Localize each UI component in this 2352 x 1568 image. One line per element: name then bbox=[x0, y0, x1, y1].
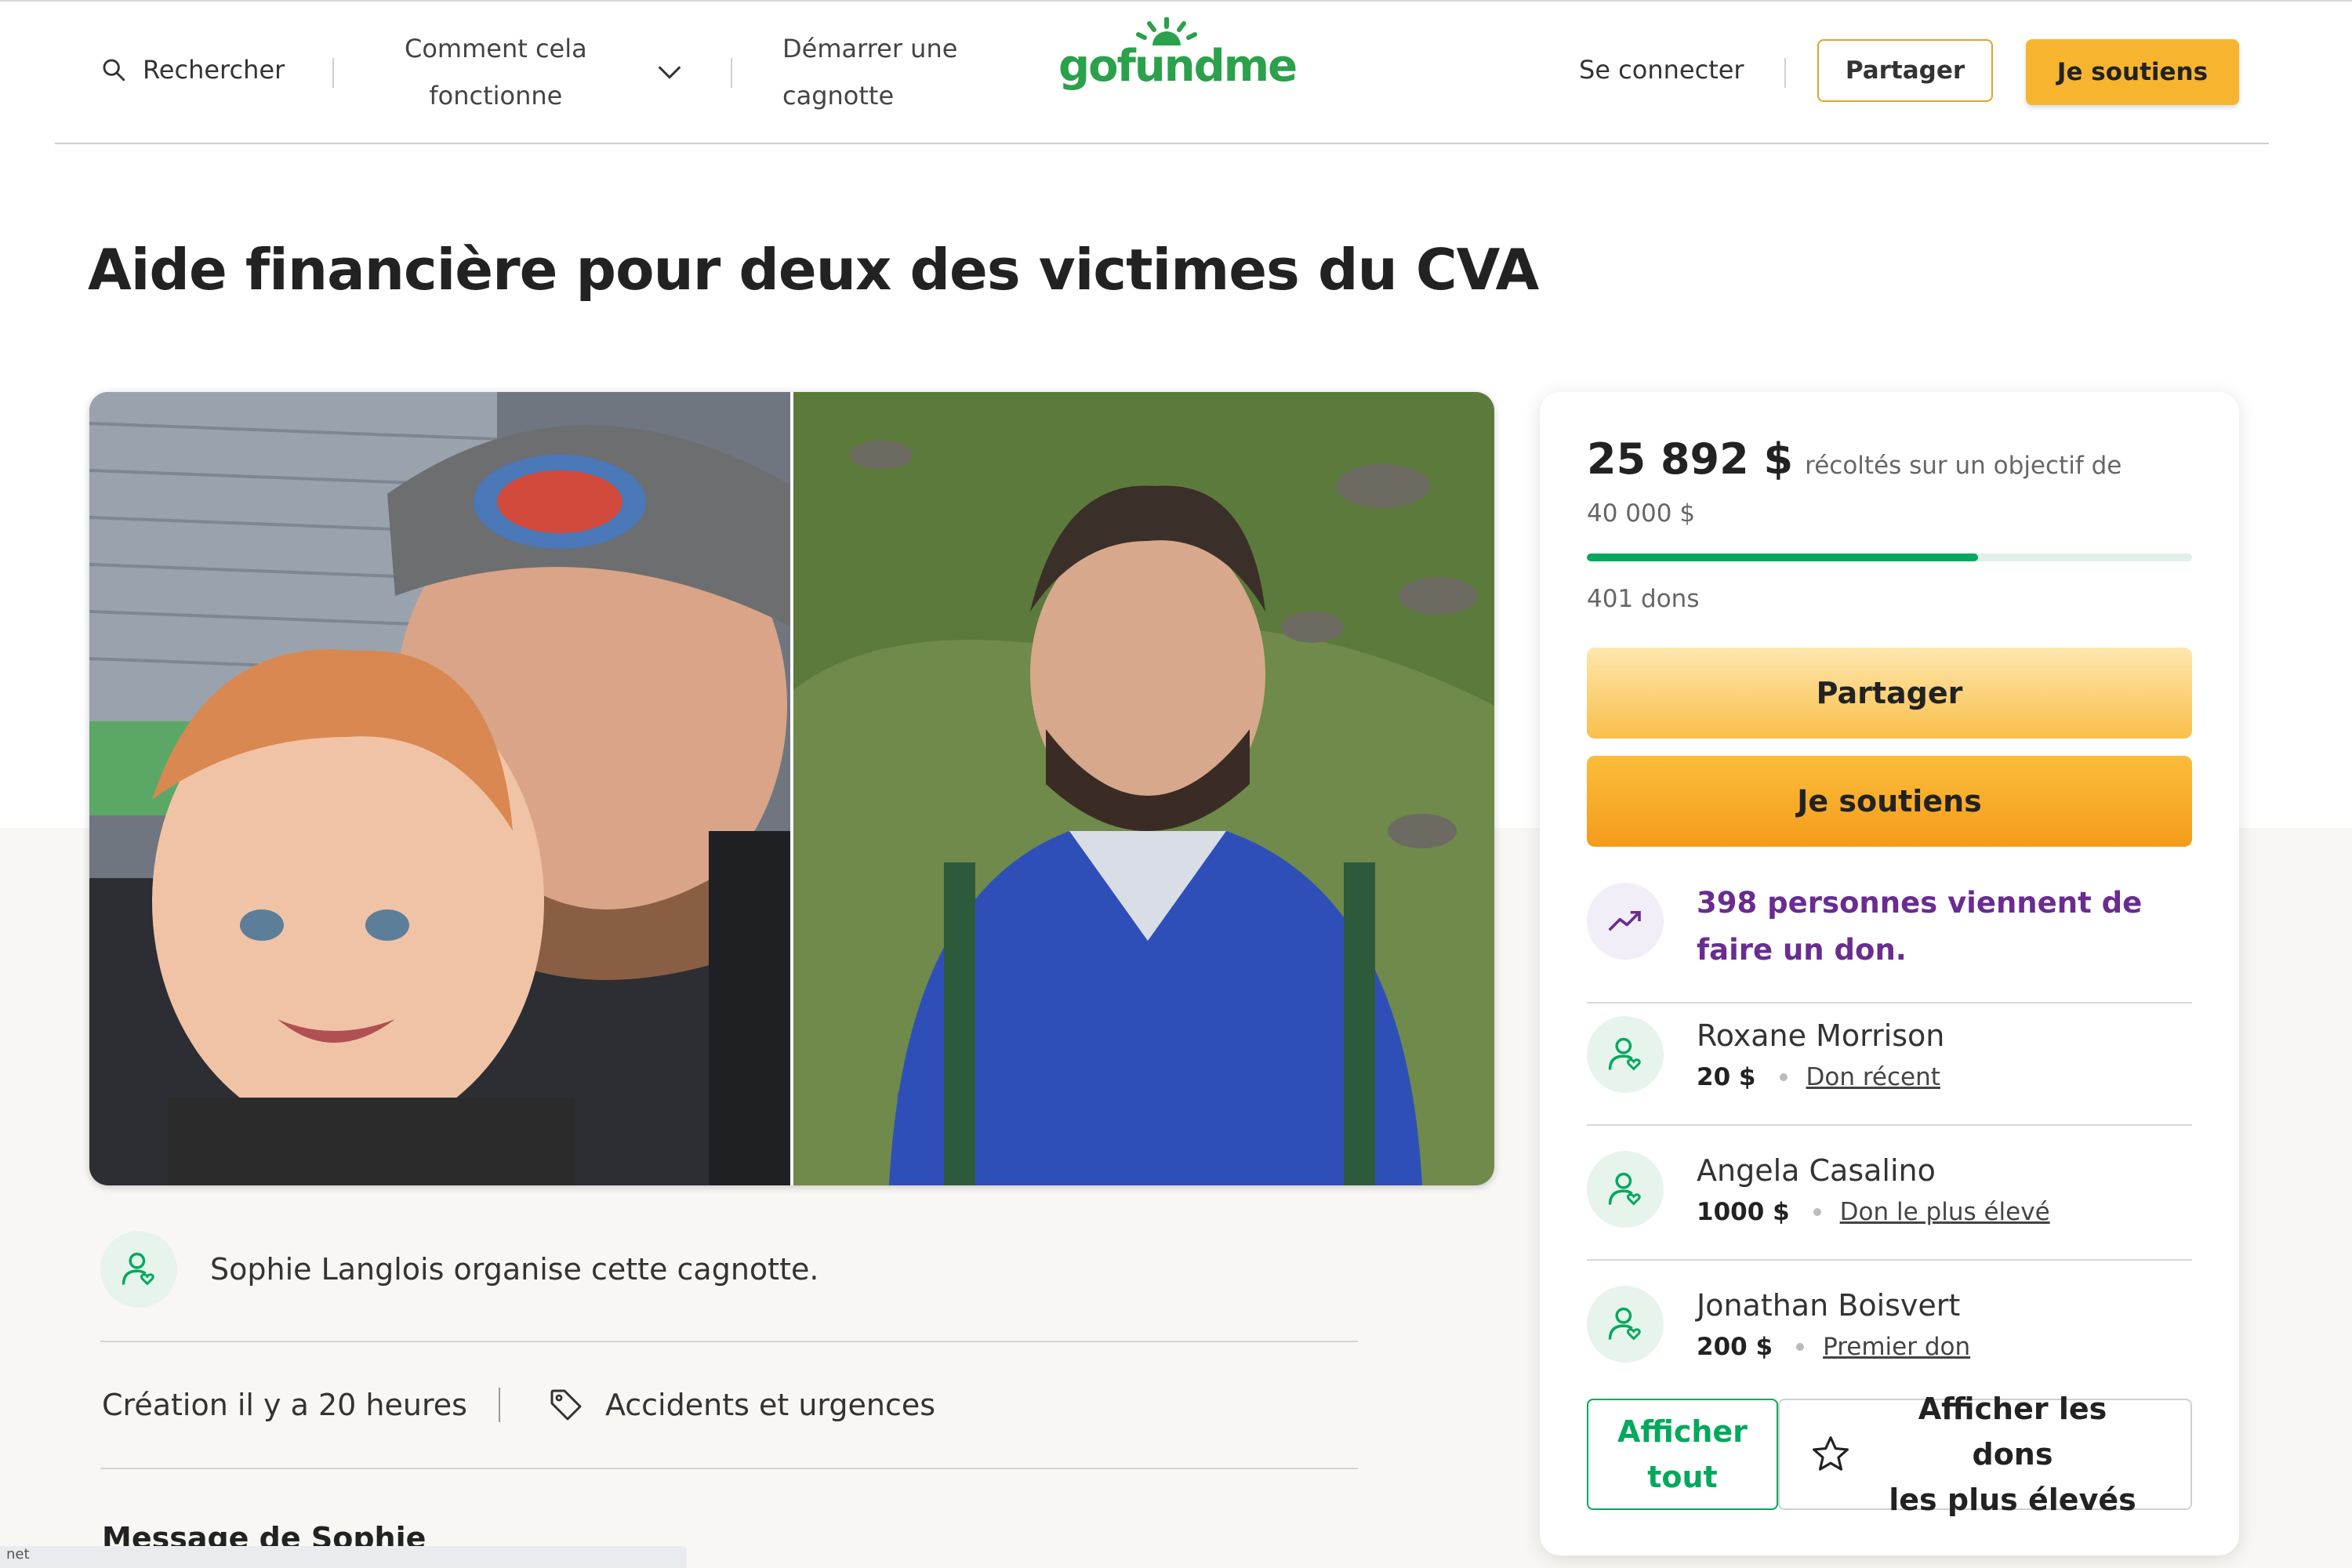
chevron-down-icon[interactable] bbox=[654, 56, 685, 88]
bullet-dot bbox=[1813, 1208, 1821, 1216]
donor-tag-link[interactable]: Don récent bbox=[1806, 1063, 1940, 1091]
trend-badge bbox=[1587, 883, 1664, 960]
donor-row: Angela Casalino 1000 $ Don le plus élevé bbox=[1587, 1151, 2050, 1228]
campaign-meta: Création il y a 20 heures Accidents et u… bbox=[102, 1386, 935, 1424]
search-label: Rechercher bbox=[143, 55, 285, 85]
donation-panel: 25 892 $ récoltés sur un objectif de 40 … bbox=[1540, 392, 2239, 1555]
progress-bar bbox=[1587, 554, 2192, 561]
donor-tag-link[interactable]: Premier don bbox=[1823, 1333, 1970, 1361]
progress-fill bbox=[1587, 554, 1979, 561]
how-it-works-menu[interactable]: Comment cela fonctionne bbox=[405, 25, 587, 119]
person-heart-icon bbox=[1608, 1172, 1641, 1206]
raised-summary: 25 892 $ récoltés sur un objectif de 40 … bbox=[1587, 437, 2198, 539]
donor-name: Roxane Morrison bbox=[1697, 1018, 1945, 1053]
see-top-donations-button[interactable]: Afficher les dons les plus élevés bbox=[1778, 1392, 2192, 1517]
header-donate-button[interactable]: Je soutiens bbox=[2026, 39, 2239, 105]
goal-amount: 40 000 $ bbox=[1587, 499, 1696, 528]
see-top-line1: Afficher les dons bbox=[1918, 1392, 2107, 1472]
page-title: Aide financière pour deux des victimes d… bbox=[88, 237, 1539, 303]
panel-divider bbox=[1587, 1259, 2192, 1261]
campaign-photo[interactable] bbox=[89, 392, 1494, 1185]
bullet-dot bbox=[1779, 1073, 1788, 1081]
donor-amount: 200 $ bbox=[1697, 1333, 1773, 1361]
category-link[interactable]: Accidents et urgences bbox=[547, 1386, 935, 1424]
search-icon bbox=[103, 59, 125, 82]
amount-raised: 25 892 $ bbox=[1587, 434, 1794, 484]
donations-count: 401 dons bbox=[1587, 585, 1700, 613]
category-label: Accidents et urgences bbox=[604, 1388, 936, 1422]
signin-link[interactable]: Se connecter bbox=[1579, 55, 1744, 85]
start-fundraiser-line2: cagnotte bbox=[782, 81, 895, 111]
header-share-button[interactable]: Partager bbox=[1817, 39, 1993, 102]
section-divider bbox=[100, 1468, 1358, 1469]
panel-divider bbox=[1587, 1002, 2192, 1004]
star-icon bbox=[1813, 1436, 1849, 1471]
how-it-works-line2: fonctionne bbox=[429, 81, 563, 111]
see-all-line2: tout bbox=[1647, 1460, 1718, 1494]
gofundme-logo[interactable]: gofundme bbox=[1058, 17, 1298, 96]
donor-avatar bbox=[1587, 1016, 1664, 1093]
person-heart-icon bbox=[122, 1252, 154, 1286]
how-it-works-line1: Comment cela bbox=[405, 34, 587, 64]
panel-divider bbox=[1587, 1124, 2192, 1126]
see-all-button[interactable]: Afficher tout bbox=[1587, 1399, 1778, 1510]
campaign-photo-illustration bbox=[89, 392, 1494, 1185]
donor-name: Angela Casalino bbox=[1697, 1153, 1936, 1188]
nav-separator bbox=[1784, 58, 1786, 88]
header-divider bbox=[55, 143, 2269, 144]
donor-avatar bbox=[1587, 1151, 1664, 1228]
donor-row: Jonathan Boisvert 200 $ Premier don bbox=[1587, 1286, 1970, 1363]
organizer-avatar bbox=[100, 1231, 177, 1308]
trending-up-icon bbox=[1608, 910, 1641, 931]
goal-text: récoltés sur un objectif de bbox=[1805, 452, 2122, 480]
tag-icon bbox=[550, 1389, 582, 1421]
donor-name: Jonathan Boisvert bbox=[1697, 1288, 1961, 1323]
created-text: Création il y a 20 heures bbox=[102, 1388, 467, 1422]
share-button[interactable]: Partager bbox=[1587, 648, 2192, 739]
browser-status-bar: net bbox=[0, 1546, 687, 1568]
donor-amount: 20 $ bbox=[1697, 1063, 1756, 1091]
logo-text: gofundme bbox=[1058, 41, 1298, 92]
section-divider bbox=[100, 1341, 1358, 1342]
see-all-line1: Afficher bbox=[1617, 1414, 1748, 1449]
donor-avatar bbox=[1587, 1286, 1664, 1363]
see-top-line2: les plus élevés bbox=[1889, 1483, 2136, 1517]
donor-row: Roxane Morrison 20 $ Don récent bbox=[1587, 1016, 1944, 1093]
donate-button[interactable]: Je soutiens bbox=[1587, 756, 2192, 847]
nav-separator bbox=[332, 58, 334, 88]
donor-amount: 1000 $ bbox=[1697, 1198, 1790, 1226]
nav-separator bbox=[731, 58, 732, 88]
site-header: Rechercher Comment cela fonctionne Démar… bbox=[0, 0, 2352, 144]
bullet-dot bbox=[1796, 1343, 1805, 1351]
search-link[interactable]: Rechercher bbox=[100, 55, 285, 85]
trending-notice: 398 personnes viennent de faire un don. bbox=[1587, 883, 2183, 974]
meta-separator bbox=[498, 1388, 500, 1422]
trending-text: 398 personnes viennent de faire un don. bbox=[1697, 886, 2143, 967]
donor-tag-link[interactable]: Don le plus élevé bbox=[1840, 1198, 2050, 1226]
person-heart-icon bbox=[1608, 1037, 1641, 1071]
person-heart-icon bbox=[1608, 1307, 1641, 1341]
start-fundraiser-link[interactable]: Démarrer une cagnotte bbox=[782, 25, 957, 119]
start-fundraiser-line1: Démarrer une bbox=[782, 34, 958, 64]
organizer-row: Sophie Langlois organise cette cagnotte. bbox=[100, 1231, 818, 1308]
organizer-text: Sophie Langlois organise cette cagnotte. bbox=[210, 1252, 819, 1287]
